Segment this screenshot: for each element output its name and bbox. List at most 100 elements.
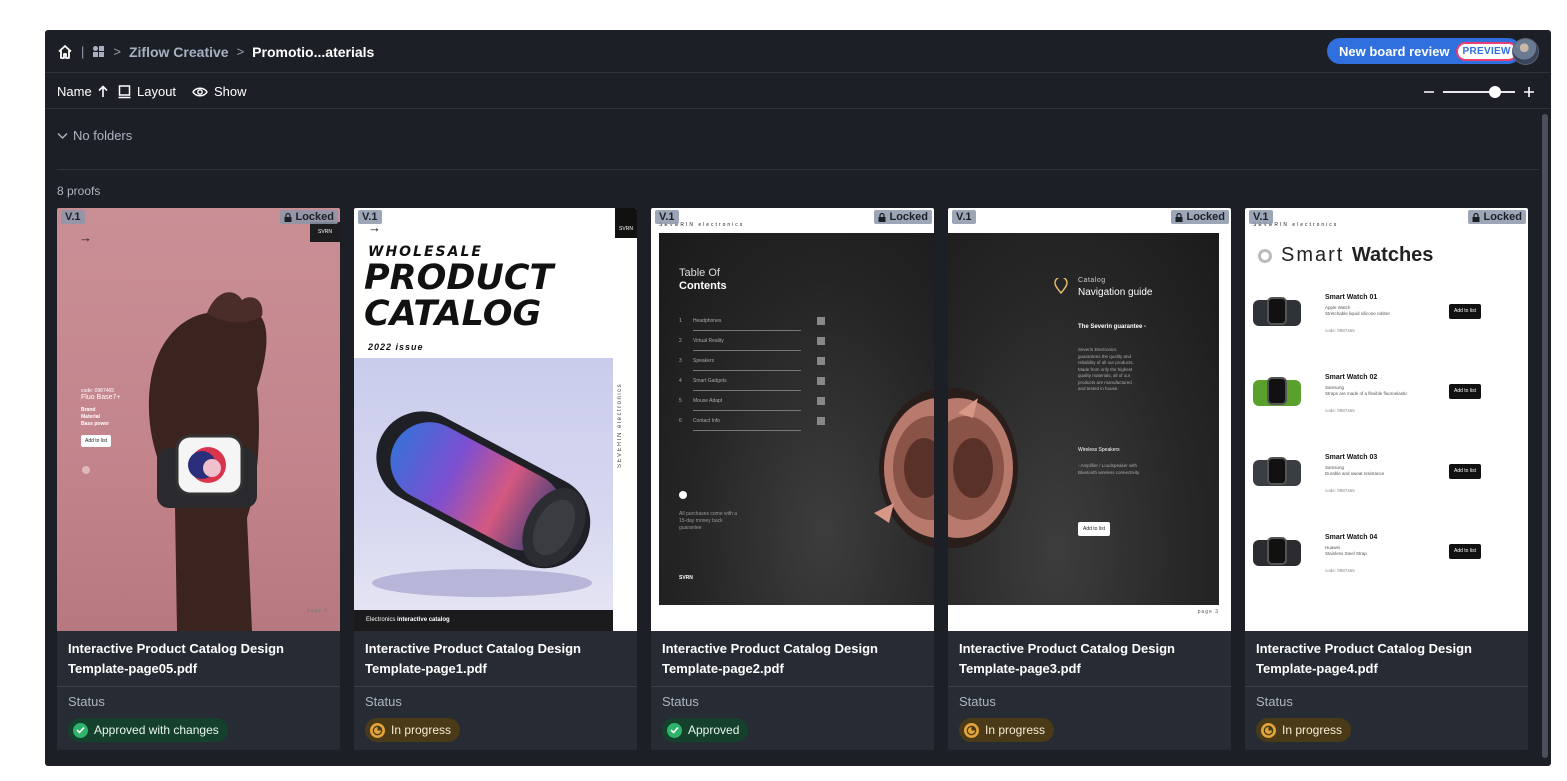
thumb-dot	[679, 491, 687, 499]
progress-clock-icon	[1261, 722, 1276, 738]
sort-by-name-button[interactable]: Name	[57, 74, 108, 109]
zoom-slider-thumb[interactable]	[1488, 85, 1501, 98]
status-text: Approved with changes	[94, 723, 219, 737]
layout-button[interactable]: Layout	[118, 74, 176, 109]
proof-title[interactable]: Interactive Product Catalog Design Templ…	[959, 639, 1224, 679]
scrollbar-thumb[interactable]	[1542, 114, 1548, 758]
thumb-line4: 2022 issue	[368, 342, 424, 352]
scrollbar[interactable]	[1542, 114, 1548, 758]
thumb-toc-item: 4 Smart Gadgets	[679, 371, 825, 391]
thumb-page-number: page 3	[1197, 609, 1219, 615]
status-text: Approved	[688, 723, 740, 737]
status-badge[interactable]: In progress	[365, 718, 461, 742]
location-pin-icon	[1054, 278, 1068, 294]
status-badge[interactable]: In progress	[1256, 718, 1352, 742]
thumb-side-text: SEVERIN electronics	[617, 382, 623, 468]
breadcrumb-workspace[interactable]: Ziflow Creative	[129, 44, 229, 60]
thumb-watch-list: Smart Watch 01 Apple Watch Stretchable liq…	[1245, 288, 1528, 608]
version-badge: V.1	[61, 210, 85, 224]
folders-toggle[interactable]: No folders	[57, 128, 132, 143]
thumb-watch-name: Smart Watch 04	[1325, 534, 1378, 541]
zoom-in-icon[interactable]	[1523, 86, 1535, 98]
new-board-review-button[interactable]: New board review PREVIEW	[1327, 38, 1521, 64]
thumb-body2: - Amplifier / Loudspeaker with Bluetooth…	[1078, 463, 1140, 475]
zoom-out-icon[interactable]	[1423, 86, 1435, 98]
status-badge[interactable]: In progress	[959, 718, 1055, 742]
thumb-toc-a: Table Of	[679, 267, 720, 279]
proof-title[interactable]: Interactive Product Catalog Design Templ…	[68, 639, 333, 679]
proof-count: 8 proofs	[57, 184, 101, 198]
thumb-watch-add-button: Add to list	[1449, 384, 1481, 399]
thumb-toc-b: Contents	[679, 280, 727, 292]
thumb-watch-name: Smart Watch 01	[1325, 294, 1378, 301]
thumb-toc-page-box	[817, 317, 825, 325]
chevron-right-icon: >	[113, 44, 121, 59]
thumb-footer: Electronics interactive catalog	[354, 610, 613, 631]
proof-title[interactable]: Interactive Product Catalog Design Templ…	[662, 639, 927, 679]
sort-label: Name	[57, 84, 92, 99]
thumb-watch-row: Smart Watch 01 Apple Watch Stretchable liq…	[1245, 288, 1528, 368]
lock-icon	[1175, 212, 1183, 222]
lock-icon	[1472, 212, 1480, 222]
thumb-heading: Smart Watches	[1281, 244, 1433, 267]
proof-thumbnail[interactable]: SEVERIN electronics Table Of Contents 1H…	[651, 208, 934, 631]
thumb-toc-number: 4	[679, 378, 682, 384]
arrow-up-icon	[98, 85, 108, 98]
thumb-circle	[1258, 249, 1272, 263]
thumb-watch-brand: Apple Watch	[1325, 305, 1351, 310]
thumb-photo: Catalog Navigation guide The Severin gua…	[948, 233, 1219, 605]
locked-label: Locked	[1483, 211, 1522, 223]
thumb-add-to-list: Add to list	[81, 435, 111, 447]
check-circle-icon	[73, 722, 88, 738]
proof-title[interactable]: Interactive Product Catalog Design Templ…	[365, 639, 630, 679]
chevron-right-icon: >	[236, 44, 245, 59]
thumb-watch-material: Straps are made of a flexible fluoroelas…	[1325, 391, 1408, 396]
locked-label: Locked	[1186, 211, 1225, 223]
proof-thumbnail[interactable]: → SVRN code: 0987465 Fluo Base7+ Brand M…	[57, 208, 340, 631]
thumb-watch-row: Smart Watch 04 Huawei Stainless Steel Stra…	[1245, 528, 1528, 608]
thumb-heading-b: Watches	[1351, 244, 1434, 266]
thumb-toc-page-box	[817, 337, 825, 345]
thumb-toc-item: 3 Speakers	[679, 351, 825, 371]
proof-thumbnail[interactable]: SEVERIN electronics Smart Watches Smart …	[1245, 208, 1528, 631]
home-icon[interactable]	[57, 44, 73, 60]
thumb-toc-item: 6 Contact Info	[679, 411, 825, 431]
check-circle-icon	[667, 722, 682, 738]
thumb-add-to-list: Add to list	[1078, 522, 1110, 536]
progress-clock-icon	[964, 722, 979, 738]
thumb-logo: SVRN	[679, 575, 693, 581]
thumb-dot	[82, 466, 90, 474]
zoom-slider[interactable]	[1443, 85, 1515, 98]
thumb-toc-label: Mouse Adapt	[693, 398, 723, 404]
show-button[interactable]: Show	[192, 74, 247, 109]
thumb-heading: Navigation guide	[1078, 287, 1153, 298]
thumb-watch-face	[1267, 457, 1287, 485]
proof-title[interactable]: Interactive Product Catalog Design Templ…	[1256, 639, 1521, 679]
thumb-toc-label: Contact Info	[693, 418, 720, 424]
status-badge[interactable]: Approved	[662, 718, 749, 742]
thumb-sub: The Severin guarantee -	[1078, 324, 1147, 330]
thumb-watch-name: Smart Watch 02	[1325, 374, 1378, 381]
thumb-watch-row: Smart Watch 02 Samsung Straps are made of …	[1245, 368, 1528, 448]
proof-card[interactable]: → SVRN WHOLESALE PRODUCT CATALOG 2022 is…	[354, 208, 637, 750]
thumb-body: Severin Electronics guarantees the quali…	[1078, 347, 1134, 391]
proof-card[interactable]: SEVERIN electronics Table Of Contents 1H…	[651, 208, 934, 750]
proof-card[interactable]: Catalog Navigation guide The Severin gua…	[948, 208, 1231, 750]
locked-label: Locked	[889, 211, 928, 223]
avatar[interactable]	[1512, 38, 1539, 65]
proof-thumbnail[interactable]: → SVRN WHOLESALE PRODUCT CATALOG 2022 is…	[354, 208, 637, 631]
thumb-watch-name: Smart Watch 03	[1325, 454, 1378, 461]
proof-card[interactable]: SEVERIN electronics Smart Watches Smart …	[1245, 208, 1528, 750]
thumb-sub2: Wireless Speakers	[1078, 447, 1120, 453]
thumb-watch-add-button: Add to list	[1449, 464, 1481, 479]
locked-badge: Locked	[280, 210, 338, 224]
status-badge[interactable]: Approved with changes	[68, 718, 228, 742]
proof-card[interactable]: → SVRN code: 0987465 Fluo Base7+ Brand M…	[57, 208, 340, 750]
breadcrumb-current-folder[interactable]: Promotio...aterials	[252, 44, 374, 60]
workspace-icon[interactable]	[92, 45, 105, 58]
thumb-photo: Table Of Contents 1 Headphones 2 Virtual Re…	[659, 233, 934, 605]
thumb-watch-face	[1267, 377, 1287, 405]
lock-icon	[878, 212, 886, 222]
proof-thumbnail[interactable]: Catalog Navigation guide The Severin gua…	[948, 208, 1231, 631]
status-label: Status	[68, 694, 105, 709]
